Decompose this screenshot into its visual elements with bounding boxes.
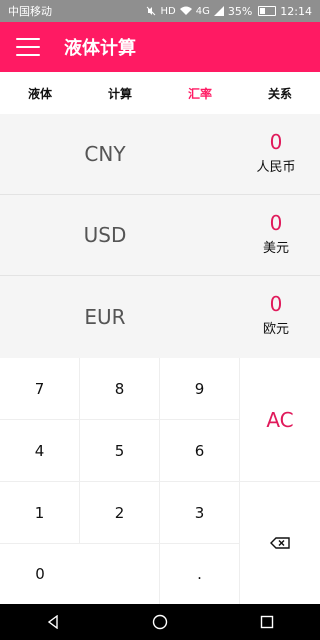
currency-amount: 0 (269, 292, 283, 316)
home-icon (152, 614, 168, 630)
key-decimal[interactable]: . (160, 544, 240, 604)
currency-value: 0 欧元 (246, 292, 306, 337)
currency-amount: 0 (269, 130, 283, 154)
mute-icon (147, 6, 156, 16)
tab-calculate[interactable]: 计算 (80, 72, 160, 114)
currency-name: 美元 (262, 241, 289, 256)
currency-code: CNY (84, 142, 126, 166)
back-icon (48, 615, 59, 629)
back-button[interactable] (33, 604, 73, 640)
wifi-icon (179, 6, 192, 15)
app-title: 液体计算 (64, 38, 136, 59)
key-2[interactable]: 2 (80, 482, 160, 544)
battery-icon (258, 6, 277, 16)
currency-name: 欧元 (262, 322, 289, 337)
key-0-label: 0 (35, 565, 45, 583)
clock: 12:14 (280, 4, 312, 18)
currency-value: 0 美元 (246, 211, 306, 256)
key-5[interactable]: 5 (80, 420, 160, 482)
tab-relation[interactable]: 关系 (240, 72, 320, 114)
recents-icon (260, 615, 273, 629)
hd-icon: HD (160, 5, 176, 17)
menu-icon[interactable] (16, 38, 40, 56)
signal-icon (213, 6, 224, 16)
currency-amount: 0 (269, 211, 283, 235)
key-1[interactable]: 1 (0, 482, 80, 544)
key-7[interactable]: 7 (0, 358, 80, 420)
keypad: 7 8 9 AC 4 5 6 1 2 3 0 . (0, 358, 320, 604)
clear-button[interactable]: AC (240, 358, 320, 482)
currency-name: 人民币 (256, 160, 296, 175)
key-4[interactable]: 4 (0, 420, 80, 482)
status-icons: HD 4G 35% 12:14 (146, 5, 312, 18)
currency-row-eur[interactable]: EUR 0 欧元 (0, 276, 320, 358)
carrier-label: 中国移动 (8, 5, 52, 18)
status-bar: 中国移动 HD 4G 35% 12:14 (0, 0, 320, 22)
recents-button[interactable] (247, 604, 287, 640)
currency-list: CNY 0 人民币 USD 0 美元 EUR 0 欧元 (0, 114, 320, 358)
key-8[interactable]: 8 (80, 358, 160, 420)
key-0[interactable]: 0 (0, 544, 160, 604)
currency-code: USD (83, 223, 127, 247)
battery-percent: 35% (227, 4, 253, 18)
currency-row-cny[interactable]: CNY 0 人民币 (0, 114, 320, 195)
backspace-button[interactable] (240, 482, 320, 604)
backspace-icon (270, 537, 290, 549)
home-button[interactable] (140, 604, 180, 640)
key-3[interactable]: 3 (160, 482, 240, 544)
tab-bar: 液体 计算 汇率 关系 (0, 72, 320, 114)
tab-liquid[interactable]: 液体 (0, 72, 80, 114)
system-nav-bar (0, 604, 320, 640)
app-bar: 液体计算 (0, 22, 320, 72)
currency-row-usd[interactable]: USD 0 美元 (0, 195, 320, 276)
currency-value: 0 人民币 (246, 130, 306, 175)
network-type-icon: 4G (195, 5, 210, 17)
currency-code: EUR (84, 305, 126, 329)
tab-exchange-rate[interactable]: 汇率 (160, 72, 240, 114)
key-9[interactable]: 9 (160, 358, 240, 420)
key-6[interactable]: 6 (160, 420, 240, 482)
